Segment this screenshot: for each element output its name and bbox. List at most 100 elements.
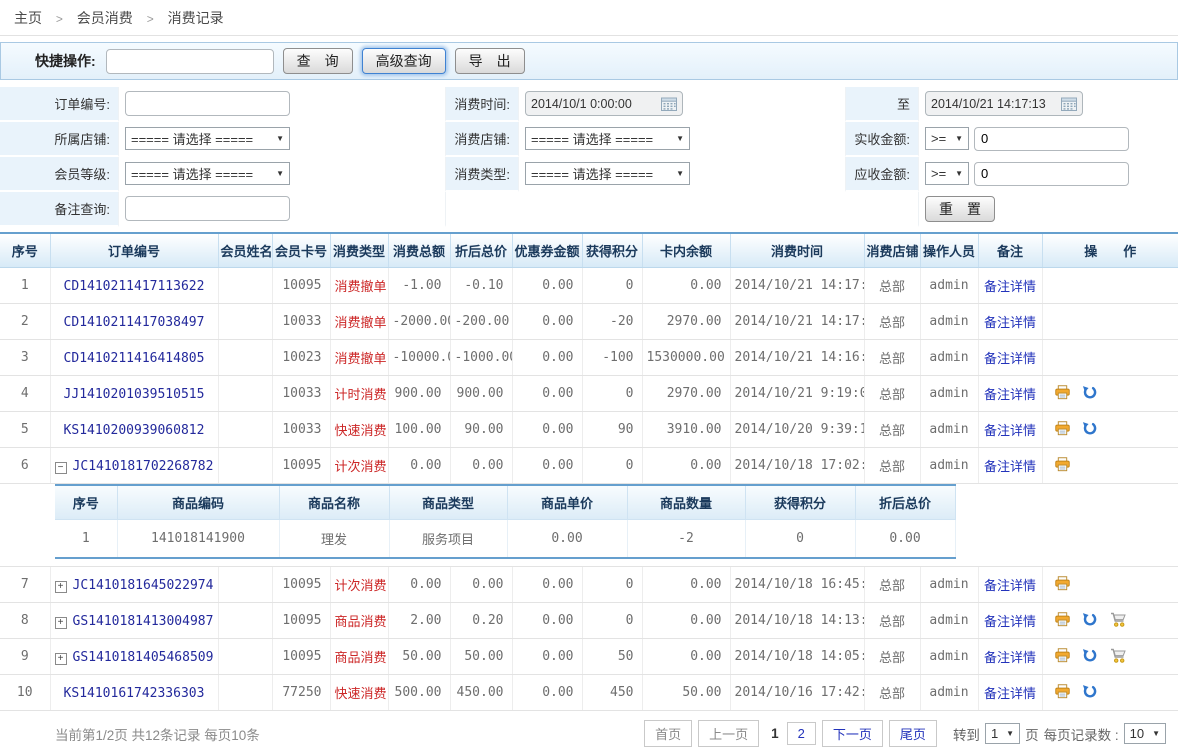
- discounted-price-cell: -0.10: [450, 268, 512, 304]
- time-from-picker[interactable]: 2014/10/1 0:00:00: [525, 91, 683, 116]
- order-number-link[interactable]: GS1410181405468509: [73, 650, 214, 665]
- goto-page-select[interactable]: 1▼: [985, 723, 1020, 744]
- consume-shop-select[interactable]: ===== 请选择 =====▼: [525, 127, 690, 150]
- breadcrumb-member-consume[interactable]: 会员消费: [77, 10, 133, 26]
- note-detail-link[interactable]: 备注详情: [984, 686, 1036, 701]
- consume-type-cell: 快速消费: [330, 675, 388, 711]
- header-total-amount: 消费总额: [388, 233, 450, 268]
- consume-shop-cell: 总部: [864, 639, 920, 675]
- note-detail-link[interactable]: 备注详情: [984, 315, 1036, 330]
- order-number-link[interactable]: GS1410181413004987: [73, 614, 214, 629]
- print-icon[interactable]: [1055, 612, 1070, 630]
- print-icon[interactable]: [1055, 457, 1070, 475]
- undo-icon[interactable]: [1082, 612, 1097, 630]
- total-amount-cell: -1.00: [388, 268, 450, 304]
- row-actions: [1042, 340, 1178, 376]
- reset-button[interactable]: 重 置: [925, 196, 995, 222]
- consume-time-cell: 2014/10/21 14:16:41: [730, 340, 864, 376]
- row-actions: [1042, 412, 1178, 448]
- row-index: 2: [0, 304, 50, 340]
- table-row: 5 KS1410200939060812 10033 快速消费 100.00 9…: [0, 412, 1178, 448]
- time-to-picker[interactable]: 2014/10/21 14:17:13: [925, 91, 1083, 116]
- undo-icon[interactable]: [1082, 684, 1097, 702]
- member-level-select[interactable]: ===== 请选择 =====▼: [125, 162, 290, 185]
- print-icon[interactable]: [1055, 385, 1070, 403]
- order-number-link[interactable]: CD1410211417113622: [64, 279, 205, 294]
- breadcrumb-home[interactable]: 主页: [14, 10, 42, 26]
- consume-type-cell: 快速消费: [330, 412, 388, 448]
- coupon-amount-cell: 0.00: [512, 675, 582, 711]
- order-number-link[interactable]: JJ1410201039510515: [64, 387, 205, 402]
- total-amount-cell: 0.00: [388, 567, 450, 603]
- points-earned-cell: 0: [582, 268, 642, 304]
- cart-icon[interactable]: [1110, 612, 1126, 630]
- print-icon[interactable]: [1055, 576, 1070, 594]
- first-page-button[interactable]: 首页: [644, 720, 692, 747]
- coupon-amount-cell: 0.00: [512, 376, 582, 412]
- note-detail-link[interactable]: 备注详情: [984, 279, 1036, 294]
- per-page-select[interactable]: 10▼: [1124, 723, 1166, 744]
- table-row: 9 +GS1410181405468509 10095 商品消费 50.00 5…: [0, 639, 1178, 675]
- note-detail-link[interactable]: 备注详情: [984, 423, 1036, 438]
- expand-toggle-icon[interactable]: +: [55, 581, 67, 593]
- chevron-down-icon: ▼: [276, 134, 284, 143]
- order-number-link[interactable]: CD1410211416414805: [64, 351, 205, 366]
- consume-records-table: 序号 订单编号 会员姓名 会员卡号 消费类型 消费总额 折后总价 优惠券金额 获…: [0, 232, 1178, 711]
- header-index: 序号: [0, 233, 50, 268]
- note-detail-link[interactable]: 备注详情: [984, 459, 1036, 474]
- order-number-link[interactable]: JC1410181702268782: [73, 459, 214, 474]
- consume-type-cell: 计时消费: [330, 376, 388, 412]
- note-detail-link[interactable]: 备注详情: [984, 387, 1036, 402]
- next-page-button[interactable]: 下一页: [822, 720, 883, 747]
- print-icon[interactable]: [1055, 421, 1070, 439]
- member-name-cell: [218, 268, 272, 304]
- paid-amount-input[interactable]: [974, 127, 1129, 151]
- order-number-link[interactable]: KS1410200939060812: [64, 423, 205, 438]
- expand-toggle-icon[interactable]: −: [55, 462, 67, 474]
- note-cell: 备注详情: [978, 675, 1042, 711]
- note-detail-link[interactable]: 备注详情: [984, 578, 1036, 593]
- consume-shop-filter-label: 消费店铺:: [445, 122, 518, 157]
- order-number-link[interactable]: KS1410161742336303: [64, 686, 205, 701]
- advanced-query-button[interactable]: 高级查询: [362, 48, 446, 74]
- consume-type-cell: 计次消费: [330, 567, 388, 603]
- export-button[interactable]: 导 出: [455, 48, 525, 74]
- expand-toggle-icon[interactable]: +: [55, 617, 67, 629]
- own-shop-select[interactable]: ===== 请选择 =====▼: [125, 127, 290, 150]
- row-index: 10: [0, 675, 50, 711]
- last-page-button[interactable]: 尾页: [889, 720, 937, 747]
- query-button[interactable]: 查 询: [283, 48, 353, 74]
- receivable-amount-operator-select[interactable]: >=▼: [925, 162, 969, 185]
- consume-type-select[interactable]: ===== 请选择 =====▼: [525, 162, 690, 185]
- consume-time-cell: 2014/10/21 14:17:03: [730, 304, 864, 340]
- expand-toggle-icon[interactable]: +: [55, 653, 67, 665]
- points-earned-cell: 0: [582, 567, 642, 603]
- prev-page-button[interactable]: 上一页: [698, 720, 759, 747]
- note-cell: 备注详情: [978, 340, 1042, 376]
- undo-icon[interactable]: [1082, 385, 1097, 403]
- current-page-indicator: 1: [769, 723, 781, 744]
- cart-icon[interactable]: [1110, 648, 1126, 666]
- note-detail-link[interactable]: 备注详情: [984, 351, 1036, 366]
- undo-icon[interactable]: [1082, 421, 1097, 439]
- consume-time-cell: 2014/10/16 17:42:48: [730, 675, 864, 711]
- breadcrumb: 主页 > 会员消费 > 消费记录: [0, 0, 1178, 36]
- print-icon[interactable]: [1055, 648, 1070, 666]
- print-icon[interactable]: [1055, 684, 1070, 702]
- member-name-cell: [218, 639, 272, 675]
- member-level-filter-label: 会员等级:: [0, 157, 118, 192]
- note-search-input[interactable]: [125, 196, 290, 221]
- row-actions: [1042, 603, 1178, 639]
- quick-search-input[interactable]: [106, 49, 274, 74]
- card-number-cell: 10095: [272, 603, 330, 639]
- order-number-link[interactable]: JC1410181645022974: [73, 578, 214, 593]
- note-detail-link[interactable]: 备注详情: [984, 614, 1036, 629]
- undo-icon[interactable]: [1082, 648, 1097, 666]
- order-no-filter-input[interactable]: [125, 91, 290, 116]
- note-detail-link[interactable]: 备注详情: [984, 650, 1036, 665]
- page-2-button[interactable]: 2: [787, 722, 816, 745]
- order-number-link[interactable]: CD1410211417038497: [64, 315, 205, 330]
- paid-amount-operator-select[interactable]: >=▼: [925, 127, 969, 150]
- receivable-amount-input[interactable]: [974, 162, 1129, 186]
- operator-cell: admin: [920, 376, 978, 412]
